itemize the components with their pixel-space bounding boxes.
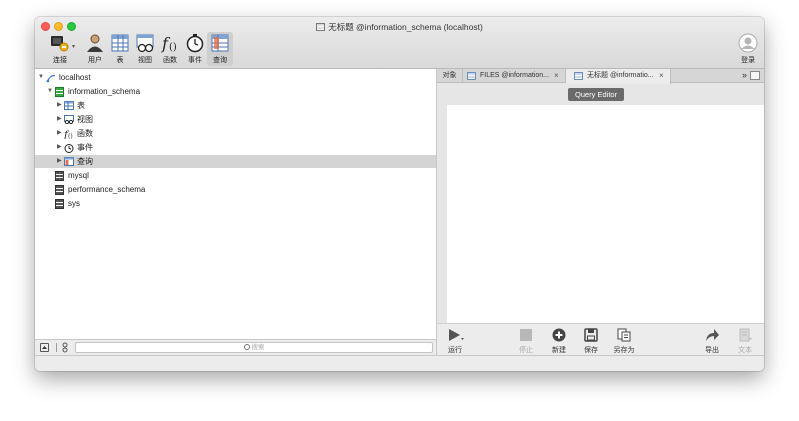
save-button[interactable]: 保存 — [578, 328, 604, 355]
connection-icon — [49, 33, 71, 53]
tree-item-information-schema[interactable]: ▼ information_schema — [35, 85, 436, 98]
query-tab-icon — [574, 72, 583, 80]
tree-item-localhost[interactable]: ▼ localhost — [35, 71, 436, 84]
query-node-icon — [64, 157, 74, 166]
database-icon — [55, 199, 64, 209]
share-arrow-icon — [705, 328, 719, 342]
event-node-icon — [64, 143, 74, 153]
save-as-button[interactable]: 另存为 — [611, 328, 637, 355]
collapse-triangle-icon[interactable]: ▶ — [57, 113, 62, 126]
toolbar: 无标题 @information_schema (localhost) 连接 ▾ — [35, 17, 764, 69]
query-editor-tooltip: Query Editor — [568, 88, 625, 101]
query-editor-textarea[interactable] — [447, 105, 764, 323]
toolbar-event-button[interactable]: 事件 — [182, 33, 208, 65]
database-icon — [55, 171, 64, 181]
query-editor-panel: 对象 FILES @information... × 无标题 @informat… — [437, 69, 764, 355]
toggle-panel-icon[interactable] — [40, 343, 49, 352]
tree-item-tables[interactable]: ▶ 表 — [35, 99, 436, 112]
toolbar-view-button[interactable]: 视图 — [132, 33, 158, 65]
stop-icon — [519, 328, 533, 342]
collapse-triangle-icon[interactable]: ▶ — [57, 127, 62, 140]
login-button[interactable]: 登录 — [735, 33, 761, 65]
new-tab-icon[interactable] — [750, 71, 760, 80]
tab-close-icon[interactable]: × — [659, 69, 664, 82]
table-node-icon — [64, 101, 74, 110]
stop-button[interactable]: 停止 — [513, 328, 539, 355]
tab-untitled-query[interactable]: 无标题 @informatio... × — [566, 69, 671, 84]
view-node-icon — [64, 115, 74, 125]
expand-triangle-icon[interactable]: ▼ — [47, 85, 53, 98]
user-icon — [84, 33, 106, 53]
text-mode-button[interactable]: 文本 — [732, 328, 758, 355]
status-bar — [35, 355, 764, 371]
query-doc-icon — [316, 23, 326, 31]
app-window: 无标题 @information_schema (localhost) 连接 ▾ — [35, 17, 764, 371]
filter-icon[interactable] — [62, 342, 68, 353]
new-button[interactable]: 新建 — [546, 328, 572, 355]
plus-circle-icon — [552, 328, 566, 342]
table-icon — [109, 33, 131, 53]
database-icon — [55, 87, 64, 97]
tree-item-performance-schema[interactable]: performance_schema — [35, 183, 436, 196]
navigation-tree: ▼ localhost ▼ information_schema ▶ 表 ▶ 视… — [35, 69, 437, 339]
collapse-triangle-icon[interactable]: ▶ — [57, 155, 62, 168]
collapse-triangle-icon[interactable]: ▶ — [57, 141, 62, 154]
more-tabs-icon[interactable]: » — [742, 70, 747, 80]
tree-item-mysql[interactable]: mysql — [35, 169, 436, 182]
tab-objects[interactable]: 对象 — [437, 69, 463, 83]
function-node-icon: f() — [63, 129, 73, 141]
tree-item-events[interactable]: ▶ 事件 — [35, 141, 436, 154]
tab-files[interactable]: FILES @information... × — [463, 69, 566, 83]
connection-dropdown-icon[interactable]: ▾ — [72, 43, 75, 50]
navigation-search-input[interactable]: 搜索 — [75, 342, 433, 353]
tab-bar: 对象 FILES @information... × 无标题 @informat… — [437, 69, 764, 84]
toolbar-user-button[interactable]: 用户 — [82, 33, 108, 65]
function-icon: f () — [159, 33, 181, 53]
table-tab-icon — [467, 72, 476, 80]
collapse-triangle-icon[interactable]: ▶ — [57, 99, 62, 112]
avatar-icon — [737, 33, 759, 53]
svg-text:(): () — [169, 42, 177, 53]
svg-text:(): () — [68, 133, 73, 139]
tree-item-functions[interactable]: ▶ f() 函数 — [35, 127, 436, 141]
save-icon — [584, 328, 598, 342]
toolbar-connection-button[interactable]: 连接 — [47, 33, 73, 65]
tab-close-icon[interactable]: × — [554, 69, 559, 82]
save-as-icon — [617, 328, 631, 342]
expand-triangle-icon[interactable]: ▼ — [38, 71, 44, 84]
text-document-icon — [738, 328, 752, 342]
toolbar-query-button[interactable]: 查询 — [207, 32, 233, 66]
tree-item-queries[interactable]: ▶ 查询 — [35, 155, 436, 168]
tree-item-views[interactable]: ▶ 视图 — [35, 113, 436, 126]
export-button[interactable]: 导出 — [699, 328, 725, 355]
toolbar-function-button[interactable]: f () 函数 — [157, 33, 183, 65]
window-title: 无标题 @information_schema (localhost) — [35, 21, 764, 33]
connection-node-icon — [46, 73, 56, 83]
query-icon — [209, 33, 231, 53]
database-icon — [55, 185, 64, 195]
view-icon — [134, 33, 156, 53]
divider — [56, 343, 57, 352]
toolbar-table-button[interactable]: 表 — [107, 33, 133, 65]
run-button[interactable]: 运行 — [442, 328, 468, 355]
play-icon — [448, 328, 464, 342]
search-icon — [243, 344, 250, 350]
event-icon — [184, 33, 206, 53]
navigation-bottom-bar: 搜索 — [35, 339, 437, 355]
tree-item-sys[interactable]: sys — [35, 197, 436, 210]
editor-toolbar: 运行 停止 新建 保存 另存为 导出 文本 — [437, 323, 764, 355]
